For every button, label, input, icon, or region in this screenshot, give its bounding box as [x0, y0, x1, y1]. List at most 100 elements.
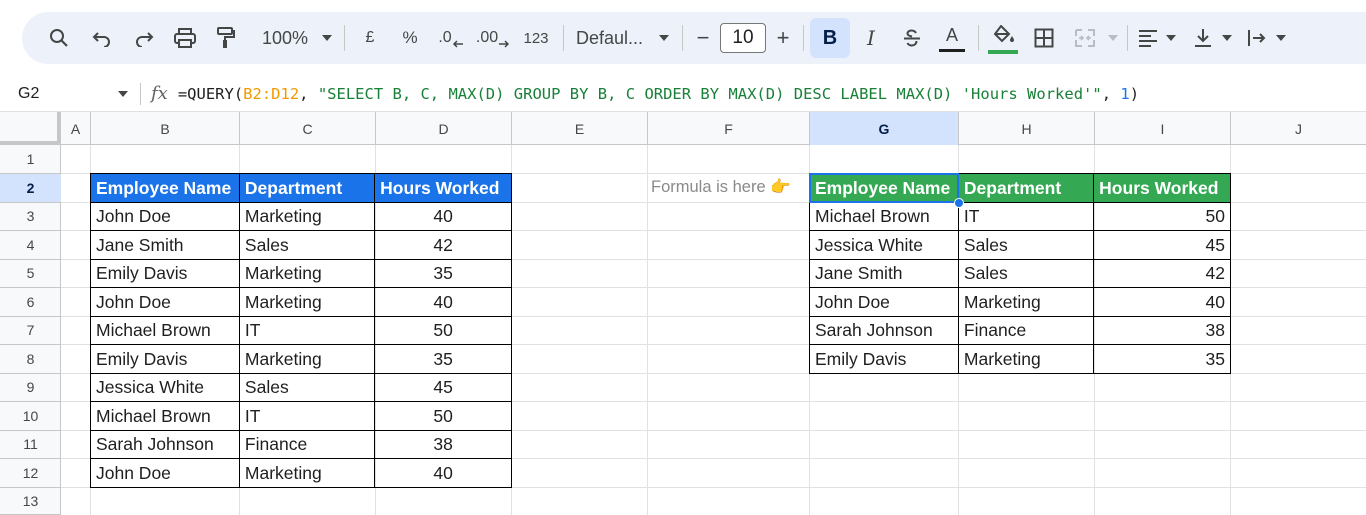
zoom-dropdown[interactable]: [316, 20, 338, 56]
paint-format-button[interactable]: [206, 20, 246, 56]
row-header-4[interactable]: 4: [0, 231, 61, 260]
row-header-3[interactable]: 3: [0, 203, 61, 231]
cell[interactable]: 38: [1093, 315, 1231, 345]
header-cell-department[interactable]: Department: [957, 173, 1095, 203]
formula-note[interactable]: Formula is here 👉: [651, 178, 791, 197]
vertical-align-button[interactable]: [1188, 20, 1218, 56]
row-header-9[interactable]: 9: [0, 374, 61, 402]
cell[interactable]: Marketing: [238, 258, 376, 288]
cell[interactable]: Michael Brown: [809, 201, 959, 231]
text-wrapping-dropdown[interactable]: [1272, 20, 1290, 56]
font-family-dropdown[interactable]: [652, 20, 676, 56]
header-cell-employee-name[interactable]: Employee Name: [809, 173, 959, 203]
cells-area[interactable]: Employee Name Department Hours Worked Jo…: [61, 145, 1366, 515]
cell[interactable]: Sales: [957, 258, 1095, 288]
cell[interactable]: 35: [374, 258, 512, 288]
cell[interactable]: Sales: [238, 230, 376, 260]
row-header-2[interactable]: 2: [0, 174, 61, 203]
column-header-d[interactable]: D: [376, 112, 512, 145]
select-all-corner[interactable]: [0, 112, 61, 145]
decrease-decimal-button[interactable]: .0: [431, 20, 471, 56]
horizontal-align-dropdown[interactable]: [1162, 20, 1180, 56]
cell[interactable]: 45: [1093, 230, 1231, 260]
text-wrapping-button[interactable]: [1242, 20, 1272, 56]
percent-format-button[interactable]: %: [389, 20, 431, 56]
name-box[interactable]: G2: [0, 76, 140, 112]
cell[interactable]: IT: [238, 315, 376, 345]
cell[interactable]: Emily Davis: [90, 344, 240, 374]
row-header-5[interactable]: 5: [0, 260, 61, 288]
print-button[interactable]: [164, 20, 206, 56]
undo-button[interactable]: [80, 20, 124, 56]
cell[interactable]: Jane Smith: [90, 230, 240, 260]
column-header-a[interactable]: A: [61, 112, 91, 145]
font-size-value[interactable]: 10: [720, 23, 766, 53]
increase-font-size-button[interactable]: +: [769, 20, 797, 56]
cell[interactable]: Marketing: [238, 344, 376, 374]
row-header-1[interactable]: 1: [0, 145, 61, 174]
column-header-j[interactable]: J: [1231, 112, 1366, 145]
column-header-g[interactable]: G: [810, 112, 959, 145]
column-header-b[interactable]: B: [91, 112, 240, 145]
row-header-11[interactable]: 11: [0, 431, 61, 459]
cell[interactable]: Sales: [957, 230, 1095, 260]
merge-type-dropdown[interactable]: [1105, 20, 1121, 56]
cell[interactable]: 35: [1093, 344, 1231, 374]
cell[interactable]: Marketing: [957, 344, 1095, 374]
cell[interactable]: John Doe: [90, 201, 240, 231]
cell[interactable]: Marketing: [238, 201, 376, 231]
horizontal-align-button[interactable]: [1134, 20, 1162, 56]
row-header-6[interactable]: 6: [0, 288, 61, 317]
cell[interactable]: 35: [374, 344, 512, 374]
cell[interactable]: 42: [1093, 258, 1231, 288]
cell[interactable]: Sales: [238, 372, 376, 402]
cell[interactable]: Sarah Johnson: [809, 315, 959, 345]
fill-color-button[interactable]: [985, 20, 1023, 56]
cell[interactable]: John Doe: [809, 287, 959, 317]
cell[interactable]: 50: [1093, 201, 1231, 231]
merge-cells-button[interactable]: [1065, 20, 1105, 56]
cell[interactable]: Michael Brown: [90, 401, 240, 431]
row-header-13[interactable]: 13: [0, 488, 61, 515]
cell[interactable]: 40: [374, 201, 512, 231]
increase-decimal-button[interactable]: .00: [471, 20, 515, 56]
cell[interactable]: Jessica White: [90, 372, 240, 402]
cell[interactable]: IT: [238, 401, 376, 431]
cell[interactable]: John Doe: [90, 458, 240, 488]
row-header-8[interactable]: 8: [0, 345, 61, 374]
header-cell-hours-worked[interactable]: Hours Worked: [374, 173, 512, 203]
search-menus-button[interactable]: [42, 20, 76, 56]
header-cell-department[interactable]: Department: [238, 173, 376, 203]
column-header-h[interactable]: H: [959, 112, 1095, 145]
font-size-field[interactable]: 10: [717, 20, 769, 56]
borders-button[interactable]: [1023, 20, 1065, 56]
fill-handle[interactable]: [954, 198, 964, 208]
cell[interactable]: Finance: [238, 429, 376, 459]
cell[interactable]: Emily Davis: [90, 258, 240, 288]
cell[interactable]: 38: [374, 429, 512, 459]
cell[interactable]: 40: [374, 458, 512, 488]
column-header-c[interactable]: C: [240, 112, 376, 145]
cell[interactable]: 50: [374, 315, 512, 345]
column-header-e[interactable]: E: [512, 112, 648, 145]
font-family-select[interactable]: Defaul...: [570, 20, 652, 56]
decrease-font-size-button[interactable]: −: [689, 20, 717, 56]
cell[interactable]: 45: [374, 372, 512, 402]
header-cell-employee-name[interactable]: Employee Name: [90, 173, 240, 203]
cell[interactable]: 40: [374, 287, 512, 317]
cell[interactable]: Michael Brown: [90, 315, 240, 345]
cell[interactable]: Emily Davis: [809, 344, 959, 374]
cell[interactable]: Marketing: [957, 287, 1095, 317]
redo-button[interactable]: [124, 20, 164, 56]
cell[interactable]: Finance: [957, 315, 1095, 345]
cell[interactable]: 50: [374, 401, 512, 431]
cell[interactable]: Jane Smith: [809, 258, 959, 288]
cell[interactable]: IT: [957, 201, 1095, 231]
column-header-f[interactable]: F: [648, 112, 810, 145]
header-cell-hours-worked[interactable]: Hours Worked: [1093, 173, 1231, 203]
cell[interactable]: Sarah Johnson: [90, 429, 240, 459]
italic-button[interactable]: I: [850, 20, 892, 56]
row-header-12[interactable]: 12: [0, 459, 61, 488]
text-color-button[interactable]: A: [932, 20, 972, 56]
row-header-7[interactable]: 7: [0, 317, 61, 345]
